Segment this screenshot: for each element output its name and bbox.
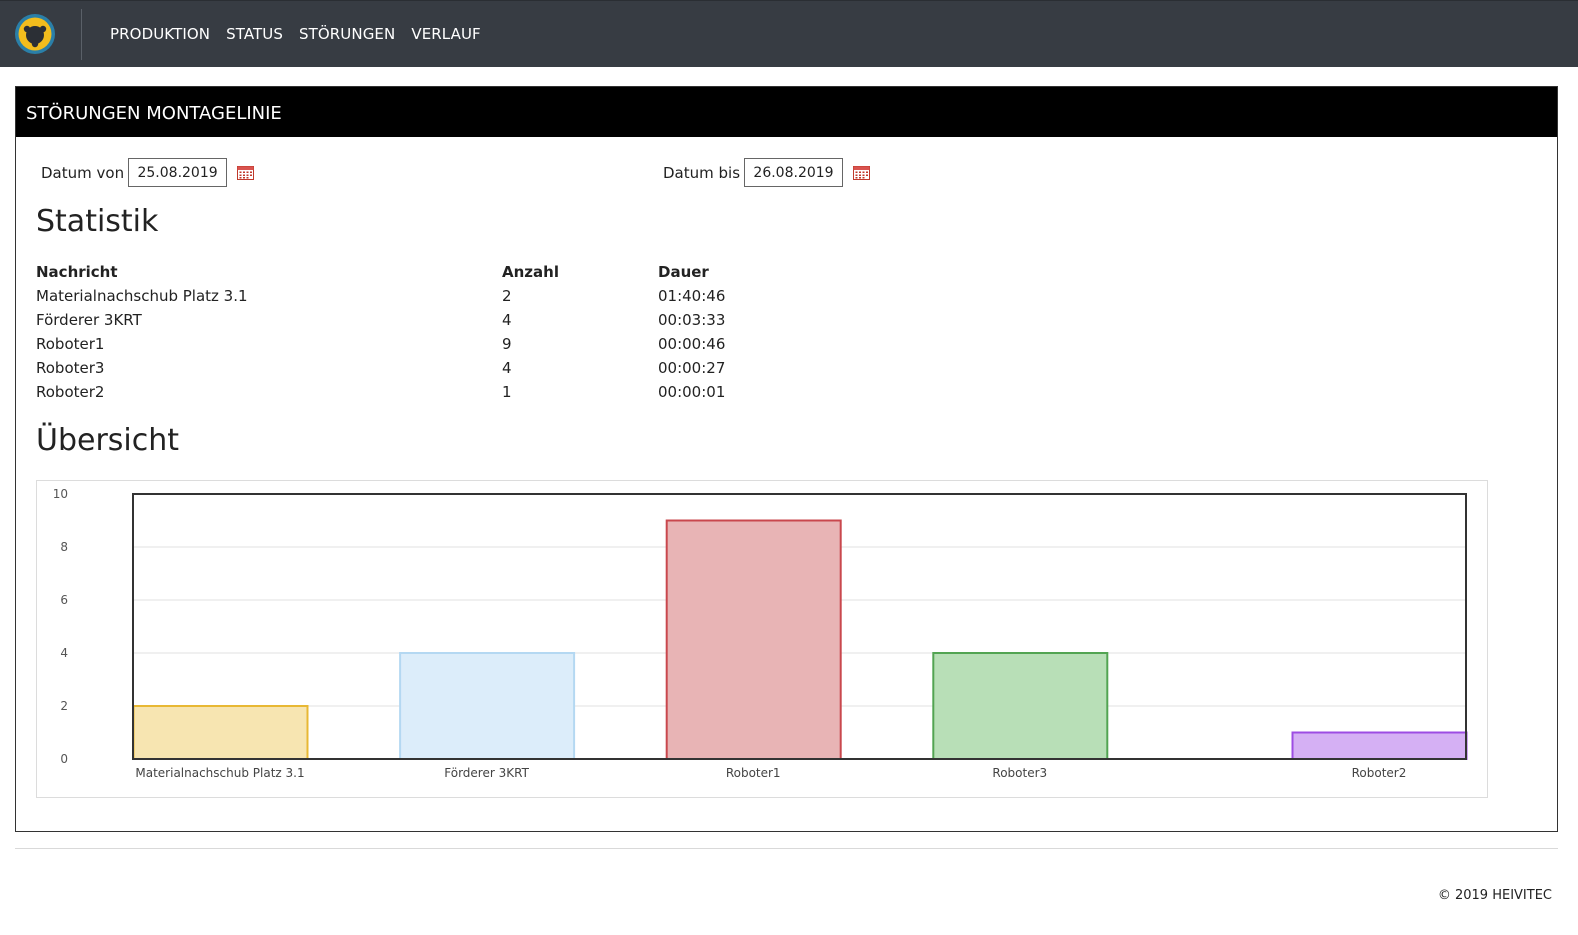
calendar-icon[interactable] bbox=[853, 165, 871, 180]
nav-item-stoerungen[interactable]: STÖRUNGEN bbox=[299, 25, 395, 43]
table-row: Roboter2 1 00:00:01 bbox=[36, 380, 778, 404]
main-nav: PRODUKTION STATUS STÖRUNGEN VERLAUF bbox=[110, 25, 481, 43]
panel-title: STÖRUNGEN MONTAGELINIE bbox=[26, 103, 282, 124]
date-to-group: Datum bis bbox=[663, 158, 871, 187]
chart-bar bbox=[132, 705, 309, 760]
x-tick-label: Förderer 3KRT bbox=[444, 766, 529, 780]
cell-dauer: 00:00:46 bbox=[658, 335, 726, 353]
cell-nachricht: Förderer 3KRT bbox=[36, 311, 142, 329]
x-tick-label: Roboter2 bbox=[1352, 766, 1407, 780]
chart-container: 0 2 4 6 8 10 Materialnachschub Platz 3.1 Förder… bbox=[36, 480, 1488, 798]
table-row: Roboter3 4 00:00:27 bbox=[36, 356, 778, 380]
cell-anzahl: 4 bbox=[502, 359, 512, 377]
column-header-dauer: Dauer bbox=[658, 263, 709, 281]
y-tick-label: 2 bbox=[60, 699, 68, 713]
uebersicht-heading: Übersicht bbox=[36, 423, 180, 458]
cell-nachricht: Roboter2 bbox=[36, 383, 105, 401]
chart-bar bbox=[1291, 731, 1468, 760]
cell-anzahl: 2 bbox=[502, 287, 512, 305]
statistik-heading: Statistik bbox=[36, 204, 159, 239]
footer-divider bbox=[15, 848, 1558, 849]
y-tick-label: 8 bbox=[60, 540, 68, 554]
table-row: Materialnachschub Platz 3.1 2 01:40:46 bbox=[36, 284, 778, 308]
nav-item-verlauf[interactable]: VERLAUF bbox=[411, 25, 480, 43]
cell-nachricht: Materialnachschub Platz 3.1 bbox=[36, 287, 248, 305]
top-navbar: PRODUKTION STATUS STÖRUNGEN VERLAUF bbox=[0, 0, 1578, 67]
cell-dauer: 01:40:46 bbox=[658, 287, 726, 305]
cell-anzahl: 4 bbox=[502, 311, 512, 329]
y-tick-label: 4 bbox=[60, 646, 68, 660]
date-to-label: Datum bis bbox=[663, 163, 741, 182]
table-header-row: Nachricht Anzahl Dauer bbox=[36, 260, 778, 284]
navbar-divider bbox=[81, 9, 82, 60]
statistik-table: Nachricht Anzahl Dauer Materialnachschub… bbox=[36, 260, 778, 404]
cell-anzahl: 1 bbox=[502, 383, 512, 401]
y-tick-label: 6 bbox=[60, 593, 68, 607]
y-tick-label: 0 bbox=[60, 752, 68, 766]
cell-dauer: 00:00:27 bbox=[658, 359, 726, 377]
date-from-input[interactable] bbox=[128, 158, 228, 187]
cell-nachricht: Roboter1 bbox=[36, 335, 105, 353]
bar-chart: 0 2 4 6 8 10 Materialnachschub Platz 3.1 Förder… bbox=[53, 487, 1468, 780]
date-from-group: Datum von bbox=[41, 158, 255, 187]
chart-bar bbox=[932, 652, 1109, 760]
panel-header: STÖRUNGEN MONTAGELINIE bbox=[16, 87, 1557, 137]
footer-copyright: © 2019 HEIVITEC bbox=[1437, 888, 1552, 903]
calendar-icon[interactable] bbox=[237, 165, 255, 180]
column-header-anzahl: Anzahl bbox=[502, 263, 559, 281]
stoerungen-panel: STÖRUNGEN MONTAGELINIE Datum von Datum b… bbox=[15, 86, 1558, 832]
cell-anzahl: 9 bbox=[502, 335, 512, 353]
cell-dauer: 00:00:01 bbox=[658, 383, 726, 401]
date-to-input[interactable] bbox=[744, 158, 844, 187]
x-tick-label: Roboter3 bbox=[992, 766, 1047, 780]
chart-bar bbox=[665, 519, 842, 760]
cell-nachricht: Roboter3 bbox=[36, 359, 105, 377]
x-tick-label: Roboter1 bbox=[726, 766, 781, 780]
table-row: Roboter1 9 00:00:46 bbox=[36, 332, 778, 356]
cell-dauer: 00:03:33 bbox=[658, 311, 726, 329]
app-logo-icon[interactable] bbox=[14, 13, 56, 55]
nav-item-status[interactable]: STATUS bbox=[226, 25, 283, 43]
date-from-label: Datum von bbox=[41, 163, 125, 182]
chart-bar bbox=[399, 652, 576, 760]
column-header-nachricht: Nachricht bbox=[36, 263, 118, 281]
x-tick-label: Materialnachschub Platz 3.1 bbox=[135, 766, 304, 780]
table-row: Förderer 3KRT 4 00:03:33 bbox=[36, 308, 778, 332]
y-tick-label: 10 bbox=[53, 487, 68, 501]
nav-item-produktion[interactable]: PRODUKTION bbox=[110, 25, 210, 43]
